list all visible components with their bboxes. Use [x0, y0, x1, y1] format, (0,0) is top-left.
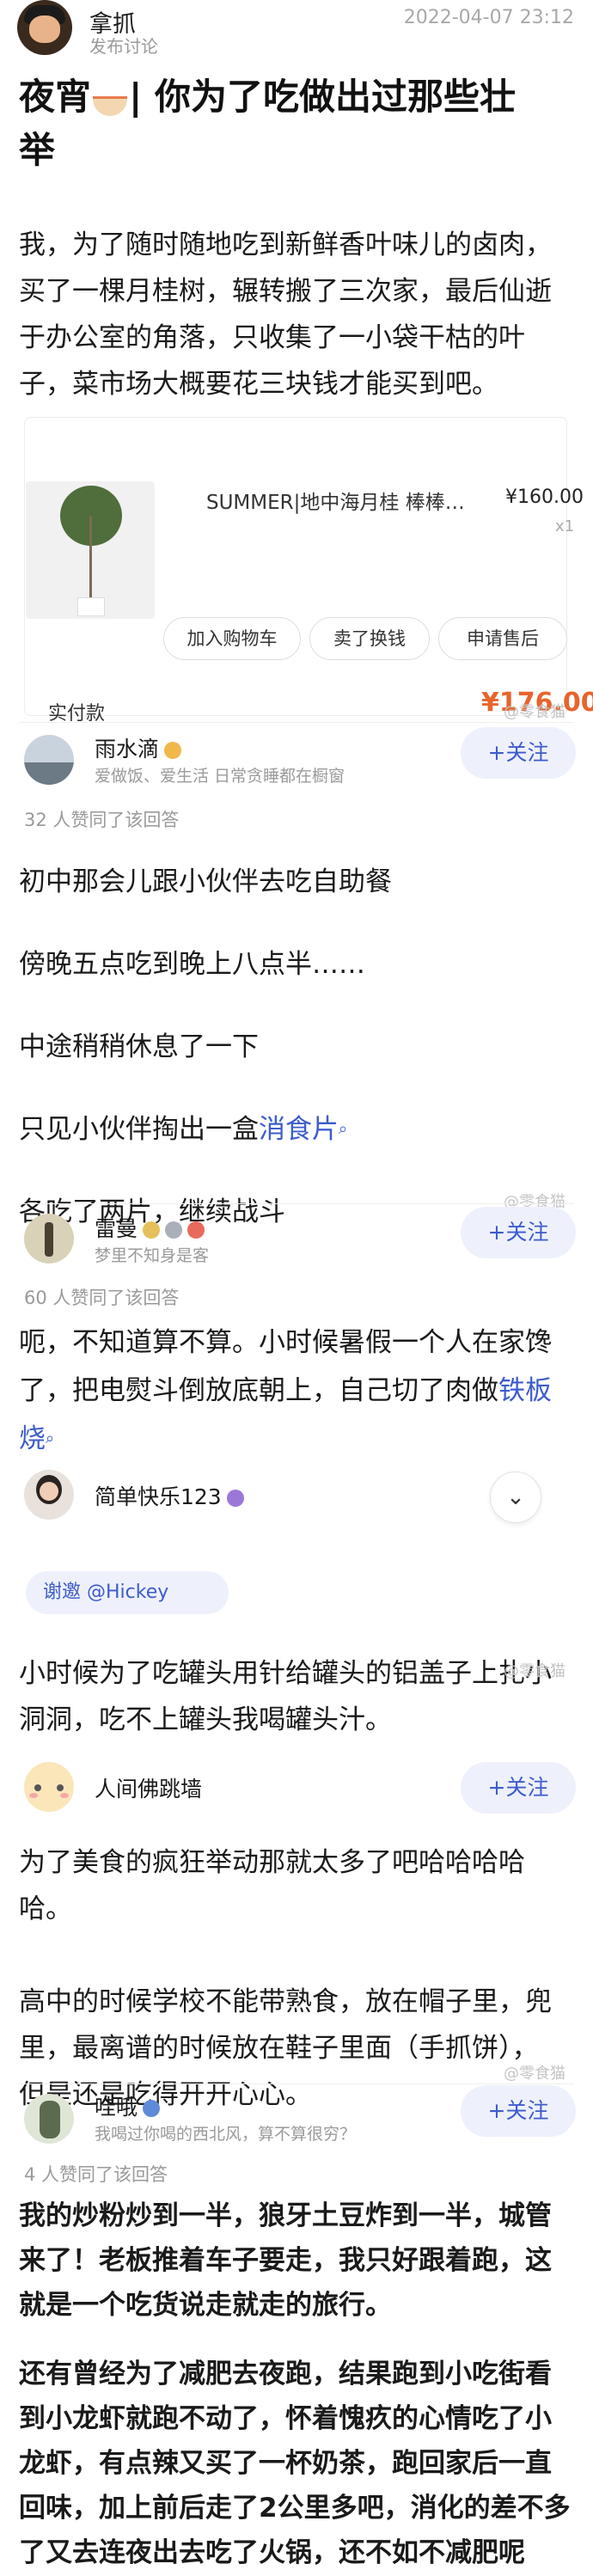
- commenter-bio: 梦里不知身是客: [95, 1246, 210, 1265]
- follow-button[interactable]: +关注: [461, 1762, 576, 1814]
- add-to-cart-button[interactable]: 加入购物车: [163, 617, 301, 660]
- like-count: 32 人赞同了该回答: [24, 810, 180, 830]
- commenter-avatar[interactable]: [24, 1470, 74, 1520]
- like-count: 4 人赞同了该回答: [24, 2164, 168, 2185]
- watermark: @零食猫: [504, 2065, 565, 2083]
- comment-body: 呃，不知道算不算。小时候暑假一个人在家馋 了，把电熨斗倒放底朝上，自己切了肉做铁…: [19, 1319, 578, 1463]
- comment-body: 我的炒粉炒到一半，狼牙土豆炸到一半，城管 来了！老板推着车子要走，我只好跟着跑，…: [19, 2194, 578, 2575]
- post-body: 我，为了随时随地吃到新鲜香叶味儿的卤肉， 买了一棵月桂树，辗转搬了三次家，最后仙…: [19, 222, 578, 407]
- search-icon[interactable]: ⌕: [46, 1429, 54, 1447]
- creator-badge-icon: [187, 1221, 205, 1239]
- comment-line: 龙虾，有点辣又买了一杯奶茶，跑回家后一直: [19, 2448, 552, 2479]
- comment-line: 了，把电熨斗倒放底朝上，自己切了肉做铁板烧⌕: [19, 1367, 578, 1463]
- author-subtitle: 发布讨论: [89, 36, 158, 57]
- expand-chevron-icon[interactable]: ⌄: [490, 1472, 541, 1523]
- post-time: 2022-04-07 23:12: [403, 7, 574, 28]
- commenter-avatar[interactable]: [24, 1214, 74, 1264]
- comment-line: 高中的时候学校不能带熟食，放在帽子里，兜: [19, 1986, 552, 2017]
- tree-pot: [77, 597, 105, 616]
- comment-line: 为了美食的疯狂举动那就太多了吧哈哈哈哈: [19, 1847, 525, 1878]
- comment-line: 回味，加上前后走了2公里多吧，消化的差不多: [19, 2493, 571, 2524]
- follow-button[interactable]: +关注: [461, 1207, 576, 1258]
- post-title-part-c: 举: [19, 129, 56, 171]
- post-title-part-a: 夜宵: [19, 76, 92, 118]
- comment-line: 小时候为了吃罐头用针给罐头的铝盖子上扎小: [19, 1658, 552, 1689]
- commenter-name-text: 雨水滴: [95, 737, 160, 762]
- commenter-avatar[interactable]: [24, 2094, 74, 2144]
- post-title-part-b: | 你为了吃做出过那些壮: [129, 76, 516, 118]
- post-body-line: 于办公室的角落，只收集了一小袋干枯的叶: [19, 322, 525, 353]
- watermark: @零食猫: [504, 1662, 565, 1680]
- comment-line: 只见小伙伴掏出一盒消食片⌕: [19, 1088, 578, 1171]
- commenter-avatar[interactable]: [24, 1762, 74, 1812]
- post-body-line: 子，菜市场大概要花三块钱才能买到吧。: [19, 369, 498, 400]
- level-badge-icon: [226, 1490, 244, 1507]
- comment-line: 里，最离谱的时候放在鞋子里面（手抓饼），: [19, 2033, 539, 2064]
- commenter-bio: 我喝过你喝的西北风，算不算很穷？: [95, 2125, 357, 2144]
- divider: [19, 1203, 574, 1204]
- comment-line: 我的炒粉炒到一半，狼牙土豆炸到一半，城管: [19, 2200, 552, 2231]
- like-count: 60 人赞同了该回答: [24, 1288, 180, 1308]
- comment-line: 洞洞，吃不上罐头我喝罐头汁。: [19, 1704, 392, 1735]
- comment-line: 初中那会儿跟小伙伴去吃自助餐: [19, 866, 392, 897]
- noodle-bowl-icon: [93, 88, 128, 116]
- member-badge-icon: [165, 1221, 183, 1239]
- comment-line-text: 了，把电熨斗倒放底朝上，自己切了肉做: [19, 1375, 498, 1406]
- comment-line: 来了！老板推着车子要走，我只好跟着跑，这: [19, 2245, 552, 2276]
- commenter-name[interactable]: 雷曼: [95, 1212, 205, 1243]
- level-badge-icon: [143, 1221, 161, 1239]
- comment-body: 初中那会儿跟小伙伴去吃自助餐 傍晚五点吃到晚上八点半…… 中途稍稍休息了一下 只…: [19, 841, 578, 1253]
- commenter-name-text: 雷曼: [95, 1216, 138, 1241]
- commenter-name[interactable]: 雨水滴: [95, 732, 182, 763]
- commenter-name[interactable]: 人间佛跳墙: [95, 1772, 202, 1803]
- invite-tag[interactable]: 谢邀 @Hickey: [26, 1571, 229, 1614]
- level-badge-icon: [164, 742, 182, 759]
- comment-line: 到小龙虾就跑不动了，怀着愧疚的心情吃了小: [19, 2403, 552, 2434]
- comment-line: 了又去连夜出去吃了火锅，还不如不减肥呢: [19, 2537, 525, 2568]
- post-title: 夜宵 | 你为了吃做出过那些壮 举: [19, 70, 578, 177]
- comment-body: 为了美食的疯狂举动那就太多了吧哈哈哈哈 哈。 高中的时候学校不能带熟食，放在帽子…: [19, 1839, 578, 2118]
- commenter-name[interactable]: 哇哦: [95, 2090, 161, 2121]
- follow-button[interactable]: +关注: [461, 727, 576, 779]
- comment-line: 哈。: [19, 1894, 72, 1924]
- level-badge-icon: [143, 2100, 161, 2117]
- comment-body: 小时候为了吃罐头用针给罐头的铝盖子上扎小 洞洞，吃不上罐头我喝罐头汁。: [19, 1650, 578, 1743]
- comment-line: 中途稍稍休息了一下: [19, 1031, 259, 1062]
- comment-line: 呃，不知道算不算。小时候暑假一个人在家馋: [19, 1327, 552, 1358]
- follow-button[interactable]: +关注: [461, 2085, 576, 2137]
- comment-line: 还有曾经为了减肥去夜跑，结果跑到小吃街看: [19, 2359, 552, 2389]
- post-body-line: 买了一棵月桂树，辗转搬了三次家，最后仙逝: [19, 276, 552, 307]
- author-avatar[interactable]: [17, 0, 72, 55]
- product-quantity: x1: [555, 517, 575, 535]
- search-icon[interactable]: ⌕: [339, 1120, 347, 1138]
- search-link[interactable]: 消食片: [259, 1114, 339, 1145]
- commenter-name-text: 简单快乐123: [95, 1484, 222, 1509]
- resell-button[interactable]: 卖了换钱: [309, 617, 430, 660]
- comment-line: 就是一个吃货说走就走的旅行。: [19, 2290, 392, 2321]
- comment-line: 傍晚五点吃到晚上八点半……: [19, 949, 365, 980]
- commenter-name[interactable]: 简单快乐123: [95, 1480, 244, 1511]
- commenter-bio: 爱做饭、爱生活 日常贪睡都在橱窗: [95, 767, 345, 786]
- aftersale-button[interactable]: 申请售后: [438, 617, 567, 660]
- divider: [19, 2083, 574, 2084]
- post-body-line: 我，为了随时随地吃到新鲜香叶味儿的卤肉，: [19, 229, 552, 260]
- watermark: @零食猫: [504, 703, 565, 721]
- tree-trunk: [89, 516, 92, 602]
- divider: [19, 722, 574, 723]
- product-price: ¥160.00: [505, 486, 584, 508]
- comment-line-text: 只见小伙伴掏出一盒: [19, 1114, 259, 1145]
- commenter-avatar[interactable]: [24, 735, 74, 785]
- product-title[interactable]: SUMMER|地中海月桂 棒棒…: [206, 486, 465, 515]
- commenter-name-text: 哇哦: [95, 2095, 138, 2120]
